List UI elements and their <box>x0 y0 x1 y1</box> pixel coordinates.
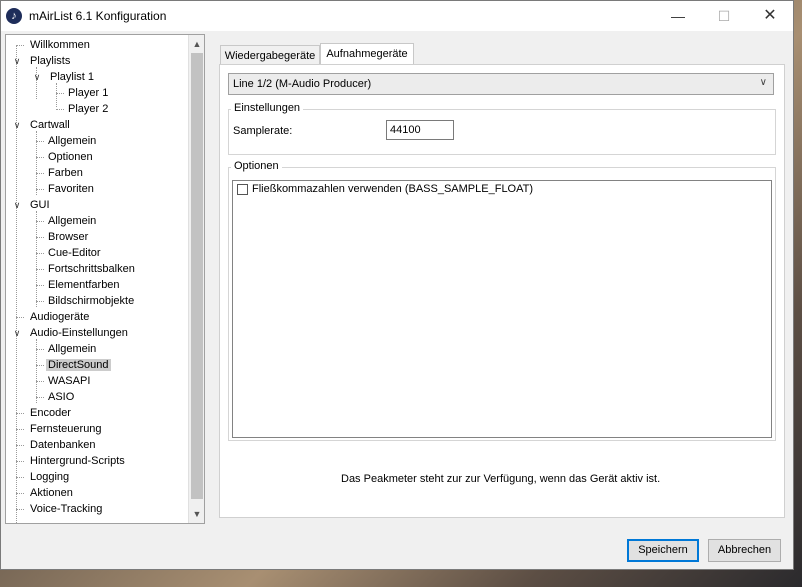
chevron-down-icon: ∨ <box>759 77 767 88</box>
scrollbar-thumb[interactable] <box>191 53 203 499</box>
tree-item-gui-allgemein[interactable]: Allgemein <box>36 213 98 229</box>
tree-item-audiogeraete[interactable]: Audiogeräte <box>16 309 91 325</box>
einstellungen-group: Einstellungen Samplerate: <box>228 102 776 155</box>
tree-item-farben[interactable]: Farben <box>36 165 85 181</box>
tree-item-audio-allgemein[interactable]: Allgemein <box>36 341 98 357</box>
tree-item-fortschrittsbalken[interactable]: Fortschrittsbalken <box>36 261 137 277</box>
tab-wiedergabegeraete[interactable]: Wiedergabegeräte <box>220 45 320 65</box>
minimize-icon[interactable]: — <box>655 1 701 31</box>
device-select[interactable]: Line 1/2 (M-Audio Producer) ∨ <box>228 73 774 95</box>
scroll-down-icon[interactable]: ▼ <box>189 506 204 522</box>
samplerate-label: Samplerate: <box>233 125 293 137</box>
tree-item-directsound[interactable]: DirectSound <box>36 357 111 373</box>
tree-item-optionen[interactable]: Optionen <box>36 149 95 165</box>
device-select-value: Line 1/2 (M-Audio Producer) <box>233 78 372 90</box>
expand-chevron-icon[interactable]: ∨ <box>32 69 42 85</box>
tree-item-playlist-1[interactable]: ∨ Playlist 1 <box>30 69 96 85</box>
close-icon[interactable]: ✕ <box>747 1 793 31</box>
tree-item-audio-einstellungen[interactable]: ∨ Audio-Einstellungen <box>10 325 130 341</box>
title-bar[interactable]: ♪ mAirList 6.1 Konfiguration — ☐ ✕ <box>1 1 793 31</box>
expand-chevron-icon[interactable]: ∨ <box>12 325 22 341</box>
tree-item-datenbanken[interactable]: Datenbanken <box>16 437 97 453</box>
tree-item-asio[interactable]: ASIO <box>36 389 76 405</box>
tree-item-logging[interactable]: Logging <box>16 469 71 485</box>
config-window: ♪ mAirList 6.1 Konfiguration — ☐ ✕ Willk… <box>0 0 794 570</box>
optionen-group: Optionen Fließkommazahlen verwenden (BAS… <box>228 160 776 441</box>
tree-item-elementfarben[interactable]: Elementfarben <box>36 277 122 293</box>
tree-item-cartwall[interactable]: ∨ Cartwall <box>10 117 72 133</box>
tree-item-voice-tracking[interactable]: Voice-Tracking <box>16 501 104 517</box>
tree-scrollbar[interactable]: ▲ ▼ <box>188 35 204 523</box>
float-samples-label[interactable]: Fließkommazahlen verwenden (BASS_SAMPLE_… <box>252 183 533 195</box>
float-samples-checkbox[interactable] <box>237 184 248 195</box>
cancel-button[interactable]: Abbrechen <box>708 539 781 562</box>
tree-item-playlists[interactable]: ∨ Playlists <box>10 53 72 69</box>
mairlist-logo-icon: ♪ <box>6 8 22 24</box>
scroll-up-icon[interactable]: ▲ <box>189 36 204 52</box>
samplerate-input[interactable] <box>386 120 454 140</box>
maximize-icon[interactable]: ☐ <box>701 1 747 31</box>
tree-item-encoder[interactable]: Encoder <box>16 405 73 421</box>
peakmeter-note: Das Peakmeter steht zur zur Verfügung, w… <box>341 473 661 485</box>
tree-item-player-2[interactable]: Player 2 <box>56 101 110 117</box>
optionen-list[interactable]: Fließkommazahlen verwenden (BASS_SAMPLE_… <box>232 180 772 438</box>
expand-chevron-icon[interactable]: ∨ <box>12 197 22 213</box>
tree-item-cue-editor[interactable]: Cue-Editor <box>36 245 103 261</box>
save-button[interactable]: Speichern <box>627 539 699 562</box>
tree-item-favoriten[interactable]: Favoriten <box>36 181 96 197</box>
window-title: mAirList 6.1 Konfiguration <box>29 9 167 23</box>
settings-tree[interactable]: Willkommen ∨ Playlists ∨ Playlist 1 Play… <box>5 34 205 524</box>
tree-item-hintergrund-scripts[interactable]: Hintergrund-Scripts <box>16 453 127 469</box>
expand-chevron-icon[interactable]: ∨ <box>12 53 22 69</box>
tree-item-wasapi[interactable]: WASAPI <box>36 373 92 389</box>
tree-item-aktionen[interactable]: Aktionen <box>16 485 75 501</box>
tree-item-browser[interactable]: Browser <box>36 229 90 245</box>
tree-item-fernsteuerung[interactable]: Fernsteuerung <box>16 421 104 437</box>
tab-aufnahmegeraete[interactable]: Aufnahmegeräte <box>320 43 414 65</box>
tree-item-gui[interactable]: ∨ GUI <box>10 197 52 213</box>
tree-item-willkommen[interactable]: Willkommen <box>16 37 92 53</box>
tab-panel-aufnahmegeraete: Line 1/2 (M-Audio Producer) ∨ Einstellun… <box>219 64 785 518</box>
tree-item-cartwall-allgemein[interactable]: Allgemein <box>36 133 98 149</box>
tree-item-player-1[interactable]: Player 1 <box>56 85 110 101</box>
optionen-title: Optionen <box>231 160 282 172</box>
expand-chevron-icon[interactable]: ∨ <box>12 117 22 133</box>
tree-item-bildschirmobjekte[interactable]: Bildschirmobjekte <box>36 293 136 309</box>
einstellungen-title: Einstellungen <box>231 102 304 114</box>
